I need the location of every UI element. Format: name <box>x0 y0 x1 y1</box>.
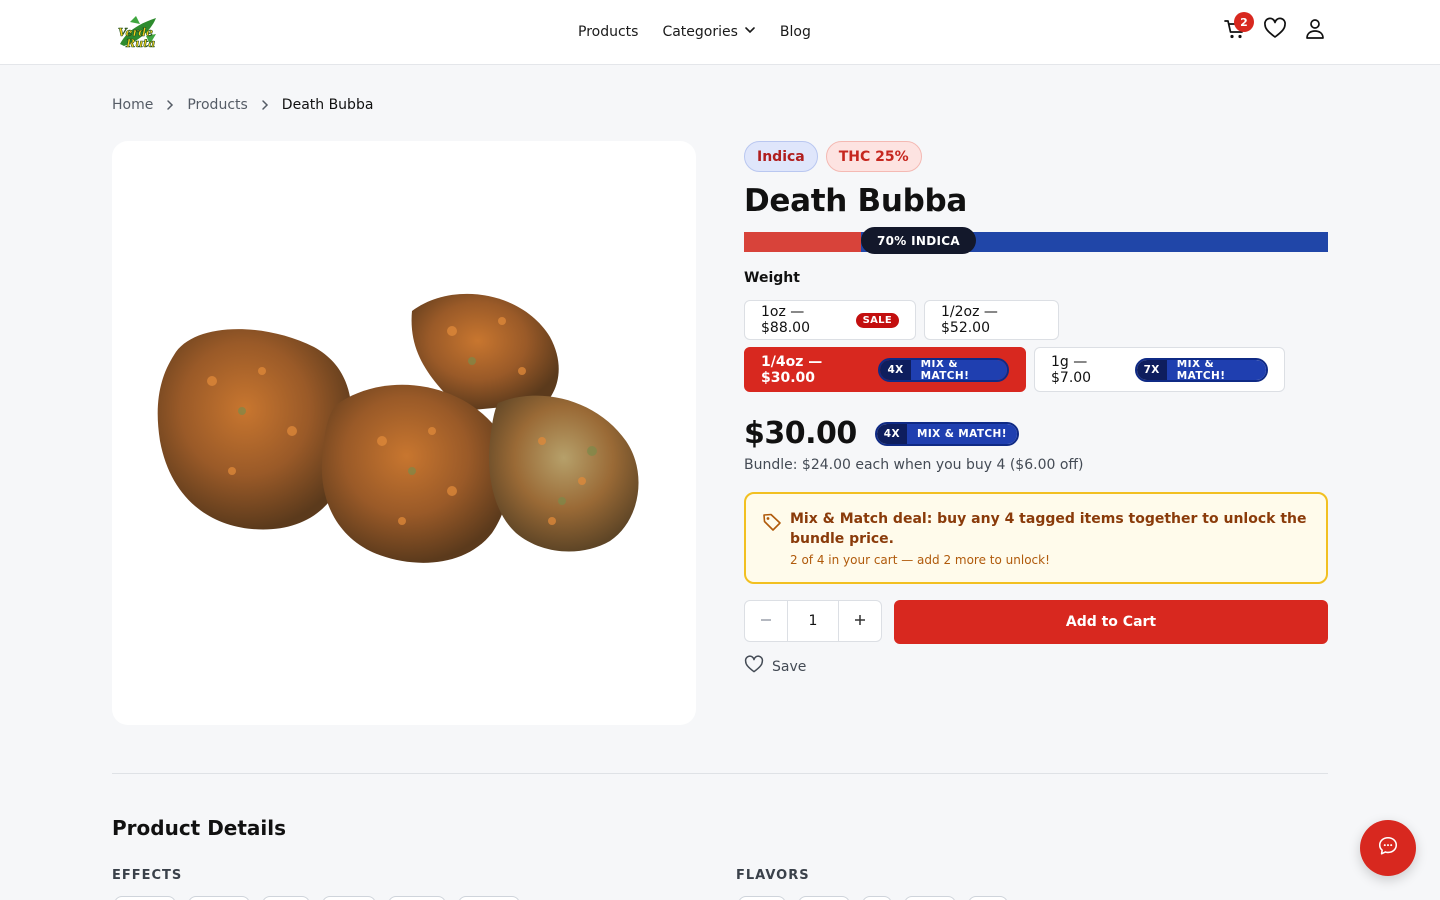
product-image <box>112 141 696 725</box>
nav-categories-label: Categories <box>662 24 738 40</box>
account-button[interactable] <box>1302 14 1328 48</box>
quantity-stepper: 1 <box>744 600 882 642</box>
user-icon <box>1303 17 1327 45</box>
flavor-chip <box>968 896 1008 900</box>
effects-chips <box>114 896 520 900</box>
effect-chip <box>114 896 176 900</box>
minus-icon <box>759 612 773 631</box>
effect-chip <box>188 896 250 900</box>
cart-count-badge: 2 <box>1234 12 1254 32</box>
chevron-right-icon <box>260 99 270 111</box>
product-price: $30.00 <box>744 416 857 451</box>
heart-icon <box>744 655 764 679</box>
breadcrumb-products[interactable]: Products <box>187 97 247 113</box>
effects-heading: EFFECTS <box>112 868 183 883</box>
bundle-pricing-text: Bundle: $24.00 each when you buy 4 ($6.0… <box>744 457 1084 473</box>
tag-icon <box>762 512 782 536</box>
flavor-chip <box>798 896 850 900</box>
cart-button[interactable]: 2 <box>1222 12 1254 48</box>
weight-option-1oz[interactable]: 1oz — $88.00 SALE <box>744 300 916 340</box>
add-to-cart-button[interactable]: Add to Cart <box>894 600 1328 644</box>
header-actions: 2 <box>1222 12 1328 48</box>
quantity-value[interactable]: 1 <box>787 601 839 641</box>
weight-label: Weight <box>744 270 800 286</box>
mix-match-text: MIX & MATCH! <box>906 423 1017 444</box>
main-nav: Products Categories Blog <box>578 0 811 64</box>
site-header: Verde Ruta Products Categories Blog 2 <box>0 0 1440 65</box>
flavor-chip <box>862 896 892 900</box>
strain-ratio-fill <box>744 232 861 252</box>
save-label: Save <box>772 659 807 675</box>
weight-option-label: 1/4oz — $30.00 <box>761 353 823 386</box>
plus-icon <box>853 612 867 631</box>
flavors-chips <box>738 896 1008 900</box>
flavor-chip <box>904 896 956 900</box>
mix-match-deal-callout: Mix & Match deal: buy any 4 tagged items… <box>744 492 1328 584</box>
breadcrumb: Home Products Death Bubba <box>112 97 373 113</box>
chevron-down-icon <box>744 24 756 40</box>
product-details-title: Product Details <box>112 816 287 840</box>
strain-ratio-bar: 70% INDICA <box>744 227 1328 254</box>
weight-option-label: 1/2oz — $52.00 <box>941 304 998 336</box>
nav-categories[interactable]: Categories <box>662 24 755 40</box>
nav-products-label: Products <box>578 24 639 40</box>
nav-blog-label: Blog <box>779 24 811 40</box>
mix-match-text: MIX & MATCH! <box>910 359 1007 380</box>
price-row: $30.00 4X MIX & MATCH! <box>744 416 1019 451</box>
mix-match-badge: 4X MIX & MATCH! <box>878 357 1009 382</box>
deal-description: Mix & Match deal: buy any 4 tagged items… <box>790 511 1307 547</box>
breadcrumb-current: Death Bubba <box>281 97 374 113</box>
product-info: Indica THC 25% Death Bubba 70% INDICA We… <box>744 141 1328 675</box>
effect-chip <box>458 896 520 900</box>
svg-text:Ruta: Ruta <box>125 37 155 50</box>
thc-badge: THC 25% <box>825 141 922 172</box>
increase-quantity-button[interactable] <box>839 601 881 641</box>
effect-chip <box>322 896 376 900</box>
weight-option-half-oz[interactable]: 1/2oz — $52.00 <box>924 300 1059 340</box>
sale-badge: SALE <box>855 312 899 328</box>
chat-button[interactable] <box>1360 820 1416 876</box>
flavor-chip <box>738 896 786 900</box>
effect-chip <box>262 896 310 900</box>
chevron-right-icon <box>165 99 175 111</box>
mix-match-multiplier: 7X <box>1136 359 1167 380</box>
chat-bubble-icon <box>1377 835 1399 861</box>
effect-chip <box>388 896 446 900</box>
strain-type-badge: Indica <box>744 141 818 172</box>
nav-blog[interactable]: Blog <box>780 24 811 40</box>
brand-logo[interactable]: Verde Ruta <box>112 14 162 50</box>
mix-match-text: MIX & MATCH! <box>1166 359 1266 380</box>
weight-option-label: 1oz — $88.00 <box>761 304 810 336</box>
flavors-heading: FLAVORS <box>736 868 810 883</box>
weight-option-label: 1g — $7.00 <box>1051 353 1092 386</box>
mix-match-multiplier: 4X <box>876 423 907 444</box>
mix-match-multiplier: 4X <box>880 359 911 380</box>
breadcrumb-home[interactable]: Home <box>112 97 153 113</box>
save-button[interactable]: Save <box>744 655 806 679</box>
nav-products[interactable]: Products <box>578 24 638 40</box>
section-divider <box>112 773 1328 774</box>
wishlist-button[interactable] <box>1262 14 1288 48</box>
weight-option-quarter-oz[interactable]: 1/4oz — $30.00 4X MIX & MATCH! <box>744 347 1026 392</box>
strain-ratio-label: 70% INDICA <box>861 227 976 254</box>
product-badges: Indica THC 25% <box>744 141 1328 172</box>
weight-option-1g[interactable]: 1g — $7.00 7X MIX & MATCH! <box>1034 347 1285 392</box>
heart-icon <box>1263 17 1287 45</box>
product-title: Death Bubba <box>744 183 968 219</box>
decrease-quantity-button[interactable] <box>745 601 787 641</box>
mix-match-badge: 4X MIX & MATCH! <box>874 421 1019 446</box>
mix-match-badge: 7X MIX & MATCH! <box>1134 357 1268 382</box>
deal-progress: 2 of 4 in your cart — add 2 more to unlo… <box>790 553 1050 567</box>
